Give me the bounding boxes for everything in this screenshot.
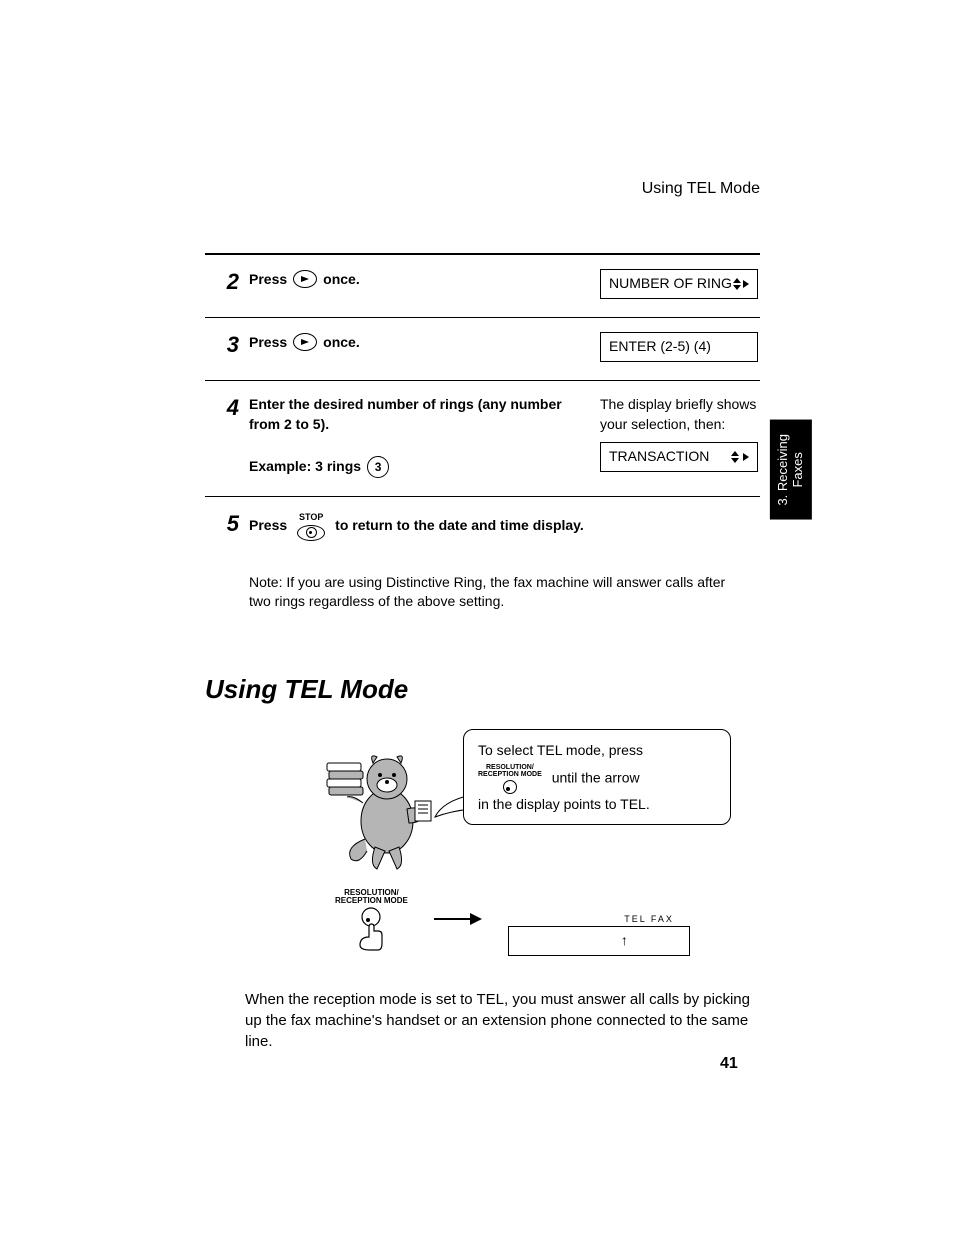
lcd-display: TEL FAX ↑ [508, 914, 690, 956]
step5-suffix: to return to the date and time display. [335, 516, 584, 536]
note: Note: If you are using Distinctive Ring,… [205, 559, 760, 629]
step3-press: Press [249, 333, 287, 353]
step-number: 3 [205, 332, 239, 358]
speech-line3: in the display points to TEL. [478, 794, 716, 814]
step-number: 5 [205, 511, 239, 537]
updown-right-icon [733, 277, 749, 291]
stop-button-icon: STOP [297, 511, 325, 541]
display-text: TRANSACTION [609, 447, 709, 467]
speech-line1: To select TEL mode, press [478, 740, 716, 760]
lcd-box: ↑ [508, 926, 690, 956]
side-tab: 3. Receiving Faxes [770, 420, 812, 520]
speech-line2-suffix: until the arrow [552, 770, 640, 786]
section-heading: Using TEL Mode [205, 674, 760, 705]
up-arrow-icon: ↑ [621, 933, 628, 947]
step-number: 4 [205, 395, 239, 421]
running-header: Using TEL Mode [205, 180, 760, 198]
step2-suffix: once. [323, 270, 360, 290]
arrow-right-icon [434, 912, 482, 932]
page-content: Using TEL Mode 2 Press once. NUMBER [205, 180, 760, 1052]
display-panel: ENTER (2-5) (4) [600, 332, 758, 362]
step-row-3: 3 Press once. ENTER (2-5) (4) [205, 318, 760, 381]
step-row-4: 4 Enter the desired number of rings (any… [205, 381, 760, 497]
resolution-reception-button-icon: RESOLUTION/ RECEPTION MODE [478, 764, 542, 794]
step4-right-note: The display briefly shows your selection… [600, 395, 760, 434]
step3-suffix: once. [323, 333, 360, 353]
lcd-labels: TEL FAX [624, 914, 690, 924]
step4-instruction: Enter the desired number of rings (any n… [249, 395, 584, 434]
rm-bot-label: RECEPTION MODE [335, 897, 408, 905]
display-panel: TRANSACTION [600, 442, 758, 472]
gear-icon [306, 527, 317, 538]
rm-bot-label: RECEPTION MODE [478, 771, 542, 778]
illustration-region: To select TEL mode, press RESOLUTION/ RE… [205, 729, 760, 959]
speech-bubble: To select TEL mode, press RESOLUTION/ RE… [463, 729, 731, 826]
step5-press: Press [249, 516, 287, 536]
steps-block: 2 Press once. NUMBER OF RING [205, 253, 760, 629]
step4-example-prefix: Example: 3 rings [249, 457, 361, 477]
resolution-reception-button-icon: RESOLUTION/ RECEPTION MODE [335, 889, 408, 956]
right-arrow-button-icon [293, 270, 317, 288]
step2-press: Press [249, 270, 287, 290]
press-diagram: RESOLUTION/ RECEPTION MODE [335, 889, 690, 956]
page-number: 41 [720, 1055, 738, 1073]
step-number: 2 [205, 269, 239, 295]
step-row-2: 2 Press once. NUMBER OF RING [205, 255, 760, 318]
right-arrow-button-icon [293, 333, 317, 351]
key-3-icon: 3 [367, 456, 389, 478]
display-text: NUMBER OF RING [609, 274, 732, 294]
display-text: ENTER (2-5) (4) [609, 337, 711, 357]
step-row-5: 5 Press STOP to return to the date and t… [205, 497, 760, 559]
stop-label: STOP [299, 511, 323, 524]
rm-top-label: RESOLUTION/ [486, 764, 534, 771]
body-paragraph: When the reception mode is set to TEL, y… [205, 989, 760, 1052]
updown-right-icon [731, 450, 749, 464]
display-panel: NUMBER OF RING [600, 269, 758, 299]
mascot-illustration [325, 747, 435, 882]
